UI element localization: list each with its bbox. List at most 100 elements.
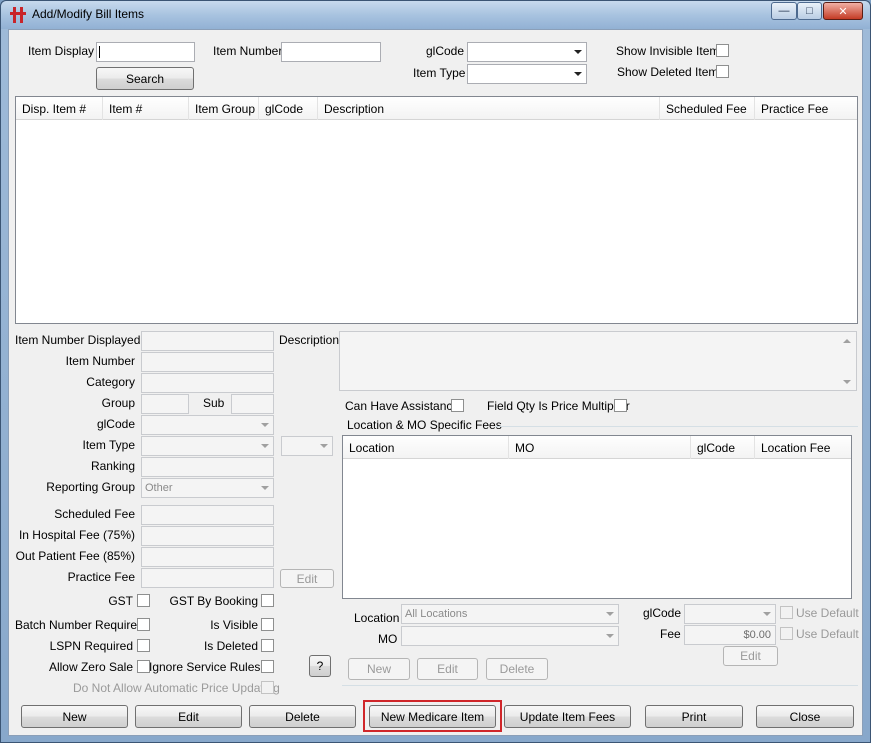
gst-by-booking-checkbox[interactable]	[261, 594, 274, 607]
glcode-combo[interactable]	[141, 415, 274, 435]
column-header[interactable]: Item #	[103, 97, 189, 120]
in-hospital-fee-label: In Hospital Fee (75%)	[18, 528, 135, 542]
column-header[interactable]: Practice Fee	[755, 97, 859, 120]
delete-button[interactable]: Delete	[249, 705, 356, 728]
lspn-required-checkbox[interactable]	[137, 639, 150, 652]
no-auto-price-checkbox[interactable]	[261, 681, 274, 694]
field-qty-multiplier-label: Field Qty Is Price Multiplier	[487, 399, 630, 413]
is-deleted-checkbox[interactable]	[261, 639, 274, 652]
scheduled-fee-field[interactable]	[141, 505, 274, 525]
column-header[interactable]: Location Fee	[755, 436, 853, 459]
column-header[interactable]: Scheduled Fee	[660, 97, 755, 120]
client-area: Item Display Item Number glCode Item Typ…	[8, 29, 863, 736]
ranking-label: Ranking	[90, 459, 135, 473]
item-display-input[interactable]	[96, 42, 195, 62]
gst-label: GST	[108, 594, 133, 608]
location-fees-table[interactable]: Location MO glCode Location Fee	[342, 435, 852, 599]
description-label: Description	[279, 333, 340, 347]
edit-button[interactable]: Edit	[135, 705, 242, 728]
scroll-down-icon[interactable]	[843, 380, 851, 384]
chevron-down-icon	[261, 486, 269, 490]
no-auto-price-label: Do Not Allow Automatic Price Updating	[73, 681, 280, 695]
fee-label: Fee	[660, 627, 681, 641]
column-header[interactable]: Description	[318, 97, 660, 120]
items-table[interactable]: Disp. Item # Item # Item Group glCode De…	[15, 96, 858, 324]
group-divider	[342, 685, 858, 686]
practice-fee-label: Practice Fee	[67, 570, 135, 584]
use-default-fee-checkbox[interactable]	[780, 627, 793, 640]
glcode-search-combo[interactable]	[467, 42, 587, 62]
item-number-displayed-field[interactable]	[141, 331, 274, 351]
ignore-service-rules-checkbox[interactable]	[261, 660, 274, 673]
item-number-search-input[interactable]	[281, 42, 381, 62]
mo-combo[interactable]	[401, 626, 619, 646]
search-button[interactable]: Search	[96, 67, 194, 90]
item-subtype-combo[interactable]	[281, 436, 333, 456]
reporting-group-combo[interactable]: Other	[141, 478, 274, 498]
scroll-up-icon[interactable]	[843, 339, 851, 343]
location-combo[interactable]: All Locations	[401, 604, 619, 624]
column-header[interactable]: glCode	[259, 97, 318, 120]
chevron-down-icon	[261, 423, 269, 427]
item-display-label: Item Display	[28, 44, 95, 58]
close-window-button[interactable]: ✕	[823, 2, 863, 20]
is-deleted-label: Is Deleted	[203, 639, 258, 653]
sub-field[interactable]	[231, 394, 274, 414]
location-delete-button[interactable]: Delete	[486, 658, 548, 680]
item-type-label: Item Type	[82, 438, 135, 452]
chevron-down-icon	[261, 444, 269, 448]
allow-zero-sale-label: Allow Zero Sale	[48, 660, 133, 674]
chevron-down-icon	[606, 612, 614, 616]
location-label: Location	[354, 611, 400, 625]
sub-label: Sub	[203, 396, 225, 410]
ignore-service-rules-label: Ignore Service Rules	[149, 660, 261, 674]
item-type-combo[interactable]	[141, 436, 274, 456]
use-default-glcode-checkbox[interactable]	[780, 606, 793, 619]
minimize-button[interactable]: —	[771, 2, 797, 20]
title-bar[interactable]: Add/Modify Bill Items — □ ✕	[1, 1, 870, 29]
practice-fee-edit-button[interactable]: Edit	[280, 569, 334, 588]
can-have-assistance-label: Can Have Assistance	[345, 399, 460, 413]
column-header[interactable]: Item Group	[189, 97, 259, 120]
group-label: Group	[101, 396, 135, 410]
column-header[interactable]: Location	[343, 436, 509, 459]
reporting-group-label: Reporting Group	[46, 480, 135, 494]
group-field[interactable]	[141, 394, 189, 414]
show-invisible-checkbox[interactable]	[716, 44, 729, 57]
location-fee-edit-button[interactable]: Edit	[723, 646, 778, 666]
minimize-icon: —	[778, 5, 790, 17]
update-item-fees-button[interactable]: Update Item Fees	[504, 705, 631, 728]
new-medicare-item-button[interactable]: New Medicare Item	[369, 705, 496, 728]
in-hospital-fee-field[interactable]	[141, 526, 274, 546]
column-header[interactable]: Disp. Item #	[16, 97, 103, 120]
gst-checkbox[interactable]	[137, 594, 150, 607]
item-type-search-combo[interactable]	[467, 64, 587, 84]
column-header[interactable]: MO	[509, 436, 691, 459]
is-visible-checkbox[interactable]	[261, 618, 274, 631]
show-deleted-checkbox[interactable]	[716, 65, 729, 78]
category-field[interactable]	[141, 373, 274, 393]
close-button[interactable]: Close	[756, 705, 854, 728]
location-edit-button[interactable]: Edit	[417, 658, 478, 680]
practice-fee-field[interactable]	[141, 568, 274, 588]
chevron-down-icon	[320, 444, 328, 448]
fee-field[interactable]: $0.00	[684, 625, 776, 645]
new-button[interactable]: New	[21, 705, 128, 728]
column-header[interactable]: glCode	[691, 436, 755, 459]
item-number-field[interactable]	[141, 352, 274, 372]
help-button[interactable]: ?	[309, 655, 331, 677]
location-new-button[interactable]: New	[348, 658, 410, 680]
location-glcode-combo[interactable]	[684, 604, 776, 624]
chevron-down-icon	[606, 634, 614, 638]
window-title: Add/Modify Bill Items	[32, 7, 145, 21]
can-have-assistance-checkbox[interactable]	[451, 399, 464, 412]
field-qty-multiplier-checkbox[interactable]	[614, 399, 627, 412]
description-textarea[interactable]	[339, 331, 857, 391]
ranking-field[interactable]	[141, 457, 274, 477]
out-patient-fee-field[interactable]	[141, 547, 274, 567]
maximize-button[interactable]: □	[797, 2, 822, 20]
gst-by-booking-label: GST By Booking	[169, 594, 259, 608]
print-button[interactable]: Print	[645, 705, 743, 728]
mo-label: MO	[378, 632, 398, 646]
batch-number-required-checkbox[interactable]	[137, 618, 150, 631]
